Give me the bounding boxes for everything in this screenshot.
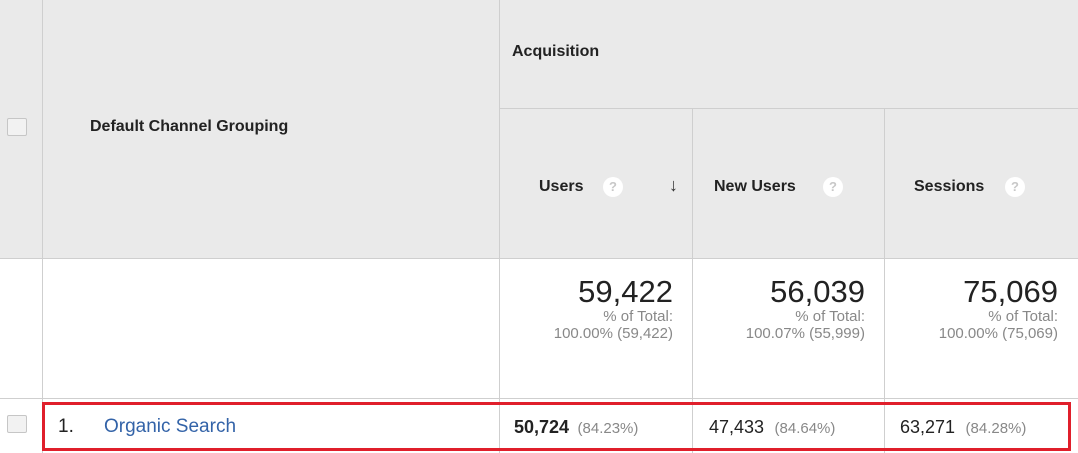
help-circle-icon[interactable]: ? (1005, 177, 1025, 197)
users-total: 59,422 % of Total: 100.00% (59,422) (499, 274, 673, 343)
new-users-total: 56,039 % of Total: 100.07% (55,999) (692, 274, 865, 343)
new-users-header-label: New Users (714, 178, 796, 195)
sessions-header-label: Sessions (914, 178, 985, 195)
sessions-column-header[interactable]: Sessions ? (884, 175, 1078, 201)
divider (42, 0, 43, 453)
divider (499, 0, 500, 453)
row-checkbox[interactable] (7, 415, 27, 433)
help-circle-icon[interactable]: ? (823, 177, 843, 197)
users-column-header[interactable]: Users ? ↓ (499, 175, 692, 201)
divider (499, 108, 1078, 109)
users-header-label: Users (539, 178, 584, 195)
header-acquisition-area (499, 0, 1078, 258)
sort-down-arrow-icon[interactable]: ↓ (669, 175, 678, 196)
sessions-total: 75,069 % of Total: 100.00% (75,069) (884, 274, 1058, 343)
help-circle-icon[interactable]: ? (603, 177, 623, 197)
sessions-total-pct-label: % of Total: (988, 308, 1058, 325)
new-users-total-pct-label: % of Total: (795, 308, 865, 325)
dimension-header[interactable]: Default Channel Grouping (90, 118, 288, 136)
sessions-total-value: 75,069 (963, 274, 1058, 309)
new-users-total-value: 56,039 (770, 274, 865, 309)
users-total-pct-detail: 100.00% (59,422) (553, 325, 673, 342)
select-all-checkbox[interactable] (7, 118, 27, 136)
sessions-total-pct-detail: 100.00% (75,069) (938, 325, 1058, 342)
users-total-pct-label: % of Total: (603, 308, 673, 325)
new-users-column-header[interactable]: New Users ? (692, 175, 884, 201)
divider (0, 258, 1078, 259)
new-users-total-pct-detail: 100.07% (55,999) (745, 325, 865, 342)
acquisition-group-header: Acquisition (512, 43, 600, 60)
users-total-value: 59,422 (578, 274, 673, 309)
divider (0, 398, 1078, 399)
row-highlight-box (42, 402, 1071, 451)
